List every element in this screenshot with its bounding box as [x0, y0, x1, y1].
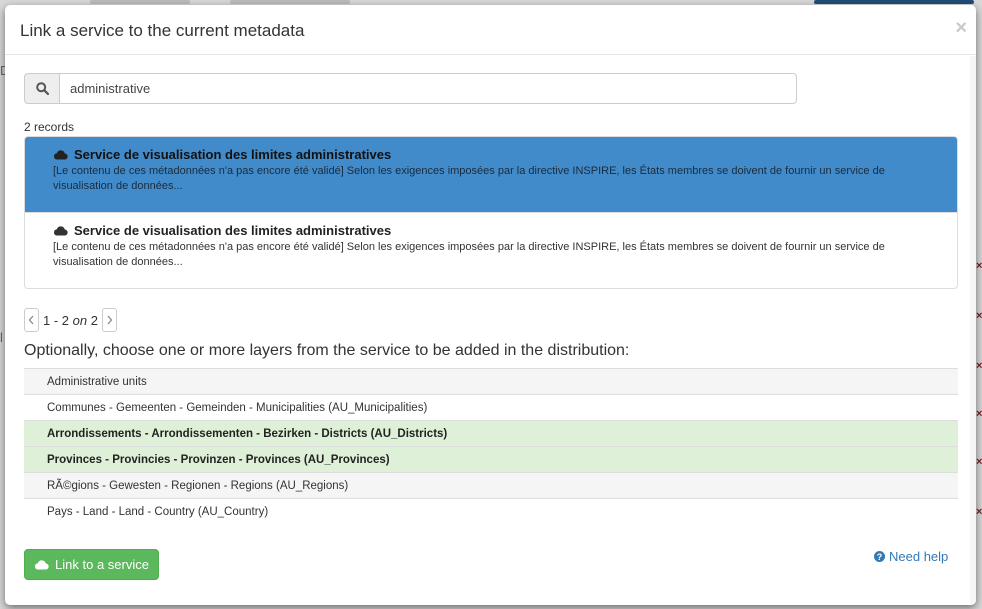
records-list: Service de visualisation des limites adm… — [24, 136, 958, 289]
record-item[interactable]: Service de visualisation des limites adm… — [25, 137, 957, 213]
next-page-button[interactable] — [101, 308, 117, 332]
background-tab — [90, 0, 190, 4]
search-icon — [24, 73, 59, 104]
need-help-link[interactable]: ? Need help — [874, 549, 948, 564]
modal-title: Link a service to the current metadata — [20, 21, 305, 40]
question-circle-icon: ? — [874, 551, 885, 562]
background-marker: × — [976, 506, 982, 518]
modal-header: Link a service to the current metadata × — [5, 5, 976, 55]
background-tab — [230, 0, 350, 4]
page-info: 1 - 2 on 2 — [43, 313, 98, 328]
page-total: 2 — [90, 312, 98, 328]
link-to-service-label: Link to a service — [55, 557, 149, 572]
background-text: l — [0, 330, 3, 345]
chevron-left-icon — [28, 315, 34, 325]
search-group — [24, 73, 797, 104]
records-count: 2 records — [24, 120, 75, 134]
record-title: Service de visualisation des limites adm… — [74, 147, 392, 162]
record-title-row: Service de visualisation des limites adm… — [53, 223, 929, 238]
page-range: 1 - 2 — [43, 312, 70, 328]
link-to-service-button[interactable]: Link to a service — [24, 549, 159, 580]
previous-page-button[interactable] — [24, 308, 39, 332]
modal-scrollbar[interactable] — [970, 56, 976, 605]
close-icon[interactable]: × — [955, 17, 967, 40]
background-toolbar-button — [814, 0, 974, 4]
layer-row[interactable]: Pays - Land - Land - Country (AU_Country… — [24, 498, 958, 524]
link-service-modal: Link a service to the current metadata ×… — [5, 5, 976, 605]
record-title: Service de visualisation des limites adm… — [74, 223, 392, 238]
background-marker: × — [976, 456, 982, 468]
background-marker: × — [976, 260, 982, 272]
record-item[interactable]: Service de visualisation des limites adm… — [25, 213, 957, 288]
background-marker: × — [976, 360, 982, 372]
page-on-label: on — [72, 312, 88, 328]
need-help-label: Need help — [889, 549, 949, 564]
search-input[interactable] — [59, 73, 797, 104]
record-title-row: Service de visualisation des limites adm… — [53, 147, 929, 162]
cloud-icon — [35, 560, 49, 570]
record-description: [Le contenu de ces métadonnées n'a pas e… — [53, 241, 885, 268]
pagination: 1 - 2 on 2 — [24, 308, 117, 332]
layer-row-selected[interactable]: Provinces - Provincies - Provinzen - Pro… — [24, 446, 958, 472]
chevron-right-icon — [107, 315, 113, 325]
background-marker: × — [976, 408, 982, 420]
layers-heading: Optionally, choose one or more layers fr… — [24, 342, 630, 359]
layer-row[interactable]: RÃ©gions - Gewesten - Regionen - Regions… — [24, 472, 958, 498]
layer-row[interactable]: Administrative units — [24, 368, 958, 394]
record-description: [Le contenu de ces métadonnées n'a pas e… — [53, 165, 885, 192]
cloud-icon — [53, 226, 68, 236]
layer-row[interactable]: Communes - Gemeenten - Gemeinden - Munic… — [24, 394, 958, 420]
cloud-icon — [53, 150, 68, 160]
layer-row-selected[interactable]: Arrondissements - Arrondissementen - Bez… — [24, 420, 958, 446]
background-marker: × — [976, 310, 982, 322]
layers-table: Administrative units Communes - Gemeente… — [24, 368, 958, 524]
